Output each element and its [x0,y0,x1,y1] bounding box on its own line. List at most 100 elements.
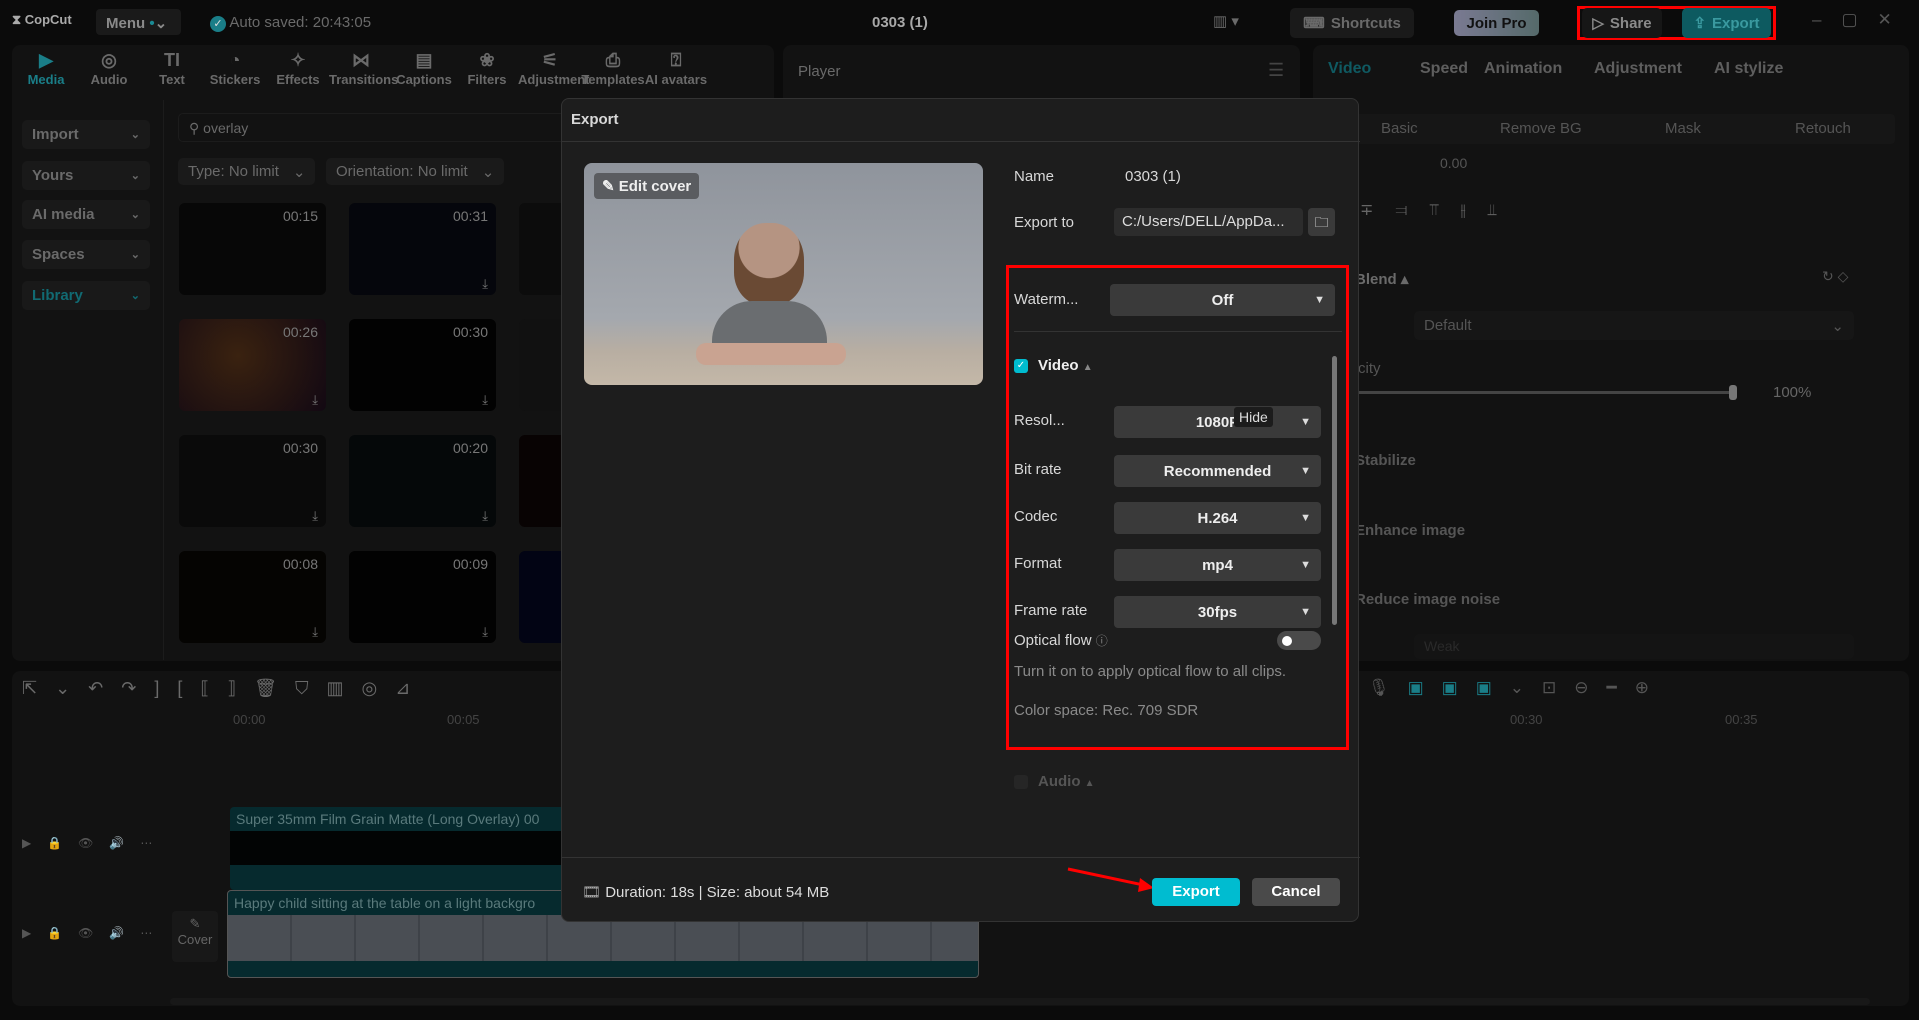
tab-ai-stylize[interactable]: AI stylize [1714,60,1783,78]
download-icon[interactable]: ⤓ [482,392,488,408]
copcut-logo-icon: ⧗ [12,12,25,27]
rotate-value[interactable]: 0.00 [1440,155,1467,171]
opacity-slider-handle[interactable] [1729,385,1737,400]
blend-header[interactable]: Blend ▴ [1355,270,1408,288]
opacity-value[interactable]: 100% [1773,384,1811,401]
sidebar-item-spaces[interactable]: Spaces ⌄ [22,240,150,269]
window-controls[interactable]: –▢✕ [1812,10,1912,30]
share-button[interactable]: ▷ Share [1582,8,1662,38]
sidebar-item-yours[interactable]: Yours ⌄ [22,161,150,190]
check-circle-icon: ✓ [210,16,226,32]
effects-icon: ✧ [290,50,306,70]
export-summary: 🎞 Duration: 18s | Size: about 54 MB [582,884,830,901]
cancel-button[interactable]: Cancel [1252,878,1340,906]
track-controls-1[interactable]: ▶🔒👁🔊⋯ [22,836,168,850]
tab-text[interactable]: TI Text [140,50,204,87]
tab-audio[interactable]: ◎ Audio [77,50,141,87]
text-icon: TI [164,50,180,70]
stabilize-header[interactable]: Stabilize [1355,452,1416,469]
share-icon: ▷ [1592,15,1604,32]
noise-header[interactable]: Reduce image noise [1355,591,1500,608]
folder-browse-button[interactable]: 🗀 [1308,208,1335,236]
tab-adjustment[interactable]: Adjustment [1594,60,1682,78]
tab-animation[interactable]: Animation [1484,60,1562,78]
tab-captions[interactable]: ▤ Captions [392,50,456,87]
export-button[interactable]: Export [1152,878,1240,906]
download-icon[interactable]: ⤓ [482,276,488,292]
opacity-slider[interactable] [1358,385,1737,400]
timeline-scrollbar[interactable] [170,998,1870,1005]
blend-mode-select[interactable]: Default ⌄ [1414,311,1854,340]
tab-effects[interactable]: ✧ Effects [266,50,330,87]
media-icon: ▶ [39,50,53,70]
overlay-clip[interactable]: Super 35mm Film Grain Matte (Long Overla… [230,807,565,890]
sidebar-item-import[interactable]: Import ⌄ [22,120,150,149]
export-dialog: Export ✎ Edit cover Name 0303 (1) Export… [561,98,1360,922]
orientation-filter[interactable]: Orientation: No limit ⌄ [326,158,505,185]
subtab-basic[interactable]: Basic [1381,120,1418,137]
tab-media[interactable]: ▶ Media [14,50,78,87]
export-path-field[interactable]: C:/Users/DELL/AppDa... [1114,208,1303,236]
cover-preview[interactable]: ✎ Edit cover [584,163,983,385]
tab-transitions[interactable]: ⋈ Transitions [329,50,398,87]
tick-0: 00:00 [233,712,266,727]
media-thumbnail[interactable]: 00:20 ⤓ [349,435,496,527]
templates-icon: ⎙ [605,50,621,70]
align-toolbar[interactable]: ∓⫤⫪⫲⫫ [1360,200,1519,220]
transitions-icon: ⋈ [352,50,370,70]
layout-icon[interactable]: ▥ ▾ [1213,12,1239,30]
reset-icon[interactable]: ↻ ◇ [1822,268,1848,285]
media-thumbnail[interactable]: 00:09 ⤓ [349,551,496,643]
subtab-retouch[interactable]: Retouch [1795,120,1851,137]
tab-stickers[interactable]: ◔ Stickers [203,50,267,87]
audio-section-header[interactable]: Audio ▲ [1038,773,1095,790]
ai-avatars-icon: ⍰ [670,50,682,70]
download-icon[interactable]: ⤓ [312,624,318,640]
tab-speed[interactable]: Speed [1420,60,1468,78]
noise-select[interactable]: Weak [1414,634,1854,659]
download-icon[interactable]: ⤓ [482,624,488,640]
audio-checkbox[interactable] [1014,775,1028,789]
tab-filters[interactable]: ❀ Filters [455,50,519,87]
menu-button[interactable]: Menu •⌄ [96,9,181,35]
export-top-button[interactable]: ⇪ Export [1682,8,1771,38]
track-controls-2[interactable]: ▶🔒👁🔊⋯ [22,926,168,940]
media-thumbnail[interactable]: 00:08 ⤓ [179,551,326,643]
edit-cover-button[interactable]: ✎ Edit cover [594,173,700,199]
cover-button[interactable]: ✎ Cover [172,911,218,962]
name-label: Name [1014,168,1055,185]
shortcuts-button[interactable]: ⌨ Shortcuts [1290,8,1414,38]
download-icon[interactable]: ⤓ [482,508,488,524]
name-field[interactable]: 0303 (1) [1125,168,1181,185]
subtab-remove-bg[interactable]: Remove BG [1500,120,1582,137]
subtab-mask[interactable]: Mask [1665,120,1701,137]
footer-divider [562,857,1360,858]
child-photo [734,223,804,305]
stickers-icon: ◔ [229,50,241,70]
media-thumbnail[interactable]: 00:30 ⤓ [349,319,496,411]
media-thumbnail[interactable]: 00:26 ⤓ [179,319,326,411]
download-icon[interactable]: ⤓ [312,508,318,524]
tick-2: 00:30 [1510,712,1543,727]
media-thumbnail[interactable]: 00:15 [179,203,326,295]
player-menu-icon[interactable]: ☰ [1268,60,1284,81]
tab-video[interactable]: Video [1328,60,1371,78]
type-filter[interactable]: Type: No limit ⌄ [178,158,316,185]
download-icon[interactable]: ⤓ [312,392,318,408]
tab-templates[interactable]: ⎙ Templates [581,50,645,87]
search-icon: ⚲ [189,120,204,136]
sidebar-item-library[interactable]: Library ⌄ [22,281,150,310]
join-pro-button[interactable]: Join Pro [1454,10,1539,36]
timeline-toolbar[interactable]: ⇱⌄↶↷][⟦⟧🗑⛉▥◎⊿ [22,678,428,699]
media-thumbnail[interactable]: 00:31 ⤓ [349,203,496,295]
chevron-down-icon: ⌄ [130,290,140,302]
sidebar-divider [163,100,164,660]
enhance-header[interactable]: Enhance image [1355,522,1465,539]
dialog-header-divider [562,141,1360,142]
media-thumbnail[interactable]: 00:30 ⤓ [179,435,326,527]
sidebar-item-ai-media[interactable]: AI media ⌄ [22,200,150,229]
tab-adjustment[interactable]: ⚟ Adjustment [518,50,590,87]
autosave-status: ✓ Auto saved: 20:43:05 [210,14,371,32]
timeline-right-tools[interactable]: 🎙▣▣▣⌄⊡⊖━⊕ [1368,678,1667,698]
tab-ai-avatars[interactable]: ⍰ AI avatars [644,50,708,87]
